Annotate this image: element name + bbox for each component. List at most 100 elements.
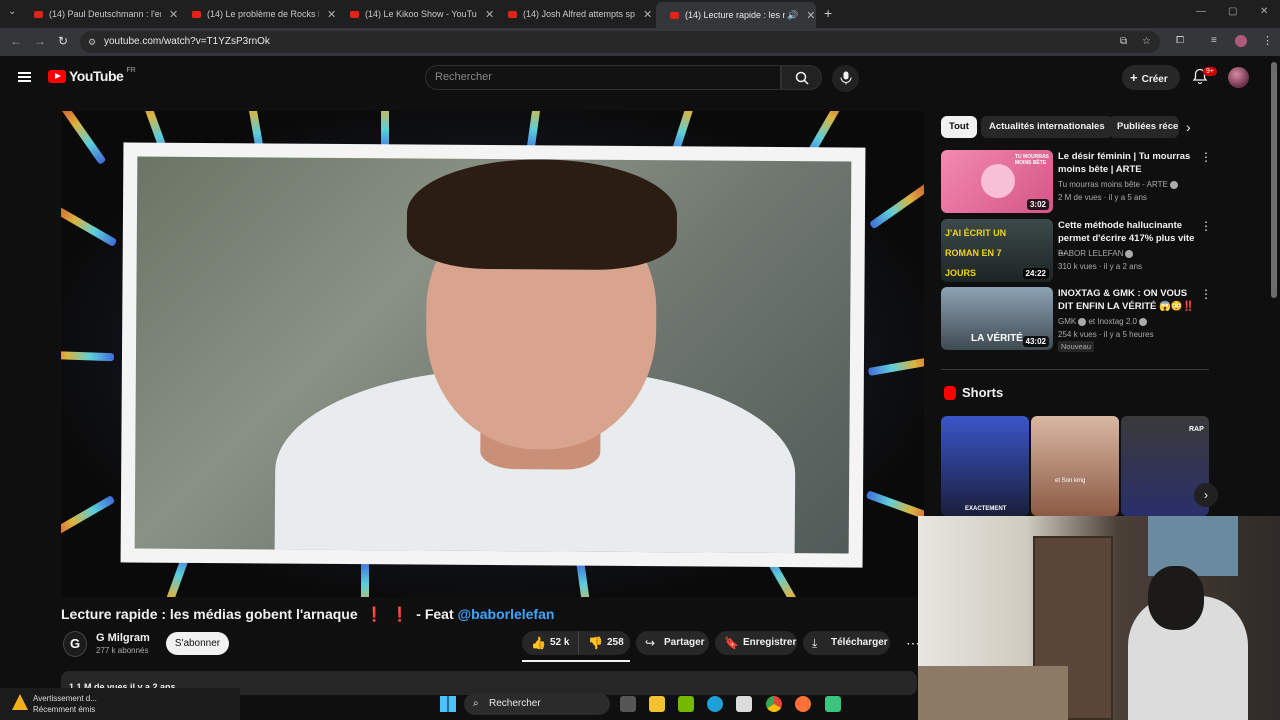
youtube-favicon-icon: [192, 10, 201, 18]
search-input[interactable]: Rechercher: [425, 65, 781, 90]
channel-name[interactable]: GMK et Inoxtag 2.0: [1058, 317, 1147, 326]
youtube-favicon-icon: [350, 10, 359, 18]
extensions-icon[interactable]: ⧠: [1176, 35, 1184, 46]
webcam-poster: [1148, 516, 1238, 576]
browser-tab[interactable]: (14) Paul Deutschmann : l'enquê ✕: [20, 4, 178, 24]
light-ray-decoration: [61, 350, 115, 362]
video-meta: 310 k vues · il y a 2 ans: [1058, 262, 1143, 271]
download-icon: ⤓: [812, 636, 818, 650]
recommended-video[interactable]: TU MOURRAS MOINS BÊTE 3:02 Le désir fémi…: [941, 150, 1212, 214]
light-ray-decoration: [61, 495, 116, 537]
maximize-window-icon[interactable]: ▢: [1228, 6, 1237, 17]
channel-name[interactable]: Tu mourras moins bête - ARTE: [1058, 180, 1178, 189]
speaker-icon[interactable]: 🔊: [787, 10, 798, 21]
tab-list-chevron-icon[interactable]: ⌄: [8, 6, 16, 17]
more-options-icon[interactable]: ⋮: [1200, 219, 1212, 233]
reading-list-icon[interactable]: ≡: [1211, 35, 1217, 46]
channel-name[interactable]: BABOR LELEFAN: [1058, 249, 1134, 258]
chip-all[interactable]: Tout: [941, 116, 977, 138]
browser-tab[interactable]: (14) Le problème de Rocks D. X ✕: [178, 4, 336, 24]
close-tab-icon[interactable]: ✕: [327, 8, 336, 21]
channel-name[interactable]: G Milgram: [96, 632, 150, 644]
reload-icon[interactable]: ↻: [58, 34, 68, 48]
dislike-button[interactable]: 👎 258: [578, 631, 630, 655]
chevron-right-icon[interactable]: ›: [1194, 483, 1218, 507]
save-button[interactable]: 🔖 Enregistrer: [715, 631, 797, 655]
url-field[interactable]: ⚙ youtube.com/watch?v=T1YZsP3rnOk ⧉ ☆: [80, 31, 1160, 53]
channel-avatar[interactable]: G: [63, 631, 87, 657]
light-ray-decoration: [867, 355, 924, 377]
chevron-right-icon[interactable]: ›: [1186, 119, 1191, 135]
recommended-video[interactable]: J'AI ÉCRIT UN ROMAN EN 7 JOURS 24:22 Cet…: [941, 219, 1212, 283]
browser-tab-active[interactable]: (14) Lecture rapide : les méd 🔊 ✕: [656, 2, 816, 28]
bookmark-star-icon[interactable]: ☆: [1142, 31, 1151, 53]
more-options-icon[interactable]: ⋮: [1200, 287, 1212, 301]
short-thumbnail[interactable]: EXACTEMENT: [941, 416, 1029, 516]
task-view-icon[interactable]: [620, 696, 636, 712]
close-tab-icon[interactable]: ✕: [643, 8, 652, 21]
recommended-video[interactable]: LA VÉRITÉ 43:02 INOXTAG & GMK : ON VOUS …: [941, 287, 1212, 352]
youtube-favicon-icon: [508, 10, 517, 18]
new-tab-icon[interactable]: +: [824, 5, 832, 21]
edge-icon[interactable]: [707, 696, 723, 712]
video-meta: 254 k vues · il y a 5 heures: [1058, 330, 1154, 339]
youtube-logo[interactable]: YouTube FR: [48, 67, 136, 84]
close-tab-icon[interactable]: ✕: [485, 8, 494, 21]
light-ray-decoration: [61, 205, 118, 247]
minimize-window-icon[interactable]: —: [1196, 6, 1206, 17]
youtube-header: YouTube FR Rechercher + Créer: [0, 56, 1280, 100]
nvidia-icon[interactable]: [678, 696, 694, 712]
video-player[interactable]: [61, 111, 924, 597]
close-window-icon[interactable]: ✕: [1260, 6, 1268, 17]
video-title[interactable]: INOXTAG & GMK : ON VOUS DIT ENFIN LA VÉR…: [1058, 287, 1196, 313]
video-thumbnail[interactable]: TU MOURRAS MOINS BÊTE 3:02: [941, 150, 1053, 213]
browser-tab[interactable]: (14) Josh Alfred attempts speed ✕: [494, 4, 652, 24]
download-button[interactable]: ⤓ Télécharger: [803, 631, 890, 655]
subscribe-button[interactable]: S'abonner: [166, 632, 229, 655]
video-thumbnail[interactable]: LA VÉRITÉ 43:02: [941, 287, 1053, 350]
taskbar-search-input[interactable]: ⌕ Rechercher: [464, 693, 610, 715]
browser-tab[interactable]: (14) Le Kikoo Show - YouTube ✕: [336, 4, 494, 24]
search-button[interactable]: [781, 65, 822, 90]
more-options-icon[interactable]: ⋮: [1200, 150, 1212, 164]
create-button[interactable]: + Créer: [1122, 65, 1180, 90]
forward-icon[interactable]: →: [34, 34, 46, 48]
video-thumbnail[interactable]: J'AI ÉCRIT UN ROMAN EN 7 JOURS 24:22: [941, 219, 1053, 282]
close-tab-icon[interactable]: ✕: [169, 8, 178, 21]
video-title[interactable]: Le désir féminin | Tu mourras moins bête…: [1058, 150, 1196, 176]
light-ray-decoration: [361, 561, 369, 597]
chip-recently-published[interactable]: Publiées réce: [1109, 116, 1179, 138]
youtube-favicon-icon: [670, 11, 679, 19]
cast-icon[interactable]: ⧉: [1120, 31, 1127, 53]
verified-icon: [1138, 317, 1147, 326]
exclamation-emoji: ❗: [365, 606, 383, 622]
profile-icon[interactable]: [1235, 35, 1247, 47]
short-thumbnail[interactable]: et Son kmg: [1031, 416, 1119, 516]
like-button[interactable]: 👍 52 k: [522, 631, 578, 655]
warning-icon: [12, 694, 28, 710]
security-notification[interactable]: Avertissement d... Récemment émis: [0, 688, 240, 720]
share-button[interactable]: ↪ Partager: [636, 631, 709, 655]
close-tab-icon[interactable]: ✕: [806, 9, 815, 22]
game-app-icon[interactable]: [825, 696, 841, 712]
chip-international-news[interactable]: Actualités internationales: [981, 116, 1113, 138]
hair-shape: [406, 158, 678, 271]
firefox-icon[interactable]: [795, 696, 811, 712]
file-explorer-icon[interactable]: [649, 696, 665, 712]
back-icon[interactable]: ←: [10, 34, 22, 48]
exclamation-emoji: ❗: [390, 606, 409, 622]
mention-link[interactable]: @baborlelefan: [458, 606, 555, 622]
hamburger-menu-icon[interactable]: [18, 72, 31, 82]
webcam-overlay: [918, 516, 1280, 720]
shorts-icon: [944, 386, 956, 400]
page-scrollbar[interactable]: [1271, 62, 1277, 298]
chrome-icon[interactable]: [766, 696, 782, 712]
store-icon[interactable]: [736, 696, 752, 712]
site-info-icon[interactable]: ⚙: [88, 31, 96, 53]
windows-start-icon[interactable]: [440, 696, 456, 712]
video-duration: 3:02: [1026, 199, 1049, 210]
webcam-head: [1148, 566, 1204, 630]
voice-search-button[interactable]: [832, 65, 859, 92]
browser-menu-icon[interactable]: ⋮: [1262, 34, 1273, 47]
account-avatar[interactable]: [1228, 67, 1249, 88]
